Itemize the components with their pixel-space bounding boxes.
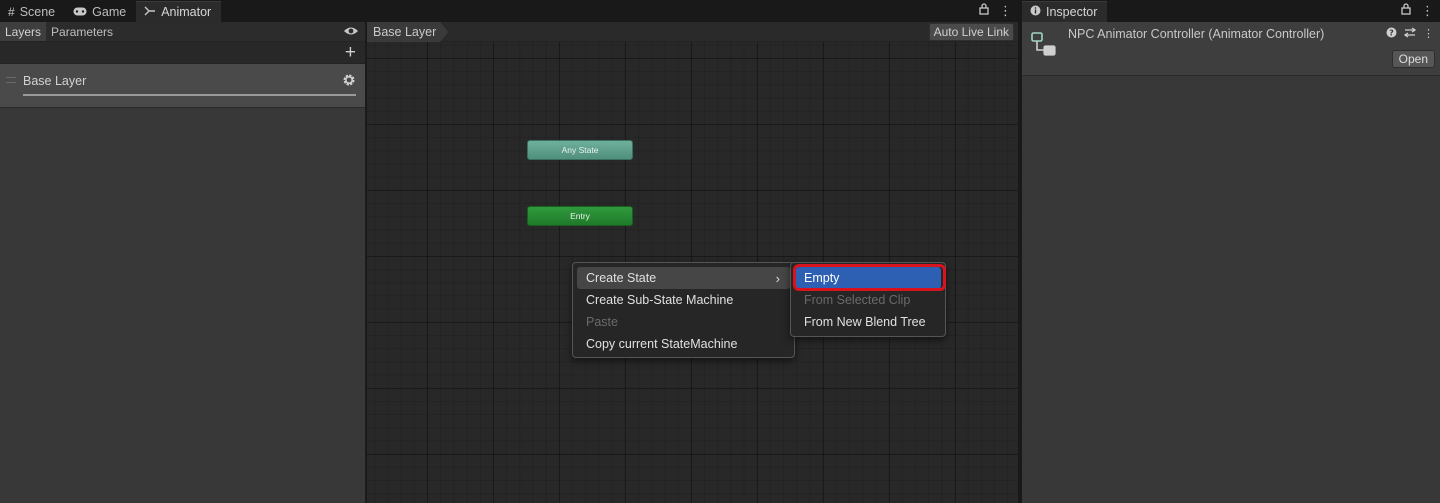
- menu-item-copy-state-machine[interactable]: Copy current StateMachine: [577, 333, 790, 355]
- animator-icon: [144, 5, 156, 19]
- inspector-tab-strip: Inspector ⋮: [1022, 0, 1440, 22]
- lock-icon[interactable]: [979, 3, 989, 19]
- gamepad-icon: [73, 5, 87, 19]
- context-menu: Create State › Create Sub-State Machine …: [572, 262, 795, 358]
- info-icon: [1030, 5, 1041, 19]
- tab-parameters[interactable]: Parameters: [46, 22, 118, 41]
- grid-icon: #: [8, 4, 15, 19]
- tab-scene[interactable]: # Scene: [0, 1, 65, 22]
- menu-item-label: Create State: [586, 271, 657, 285]
- layer-item-base[interactable]: Base Layer: [0, 64, 365, 108]
- highlight-annotation: [793, 264, 946, 291]
- tab-inspector-label: Inspector: [1046, 5, 1098, 19]
- layers-panel: Layers Parameters + Base Layer: [0, 22, 366, 503]
- submenu-item-from-new-blend-tree[interactable]: From New Blend Tree: [795, 311, 941, 333]
- inspector-title: NPC Animator Controller (Animator Contro…: [1068, 27, 1325, 41]
- chevron-right-icon: ›: [775, 271, 780, 286]
- tab-game[interactable]: Game: [65, 1, 136, 22]
- presets-icon[interactable]: [1403, 27, 1417, 41]
- auto-live-link-button[interactable]: Auto Live Link: [928, 23, 1014, 41]
- menu-item-create-sub-state-machine[interactable]: Create Sub-State Machine: [577, 289, 790, 311]
- inspector-header: NPC Animator Controller (Animator Contro…: [1022, 22, 1440, 76]
- submenu-item-from-selected-clip: From Selected Clip: [804, 293, 911, 307]
- editor-tab-strip: # Scene Game Animator ⋮: [0, 0, 1018, 22]
- animator-controller-icon: [1031, 31, 1057, 57]
- layer-name: Base Layer: [23, 74, 87, 88]
- more-options-icon[interactable]: ⋮: [1421, 3, 1434, 19]
- lock-icon[interactable]: [1401, 3, 1411, 19]
- add-layer-row: +: [0, 42, 365, 64]
- more-options-icon[interactable]: ⋮: [1423, 27, 1434, 41]
- open-button[interactable]: Open: [1391, 50, 1435, 68]
- menu-item-paste: Paste: [586, 315, 618, 329]
- more-options-icon[interactable]: ⋮: [999, 3, 1012, 19]
- tab-layers[interactable]: Layers: [0, 22, 47, 41]
- gear-icon[interactable]: [342, 73, 356, 87]
- eye-icon[interactable]: [343, 24, 359, 38]
- help-icon[interactable]: ?: [1386, 27, 1397, 41]
- tab-animator-label: Animator: [161, 5, 212, 19]
- breadcrumb[interactable]: Base Layer: [367, 22, 448, 42]
- drag-handle-icon[interactable]: [6, 77, 16, 83]
- tab-animator[interactable]: Animator: [136, 1, 222, 22]
- layer-weight-slider[interactable]: [23, 94, 356, 96]
- tab-game-label: Game: [92, 4, 127, 19]
- tab-inspector[interactable]: Inspector: [1022, 1, 1108, 22]
- entry-node[interactable]: Entry: [527, 206, 633, 226]
- svg-text:?: ?: [1389, 28, 1394, 37]
- layers-panel-header: Layers Parameters: [0, 22, 365, 42]
- any-state-node[interactable]: Any State: [527, 140, 633, 160]
- menu-item-create-state[interactable]: Create State ›: [577, 267, 790, 289]
- add-layer-button[interactable]: +: [345, 43, 356, 62]
- inspector-panel: NPC Animator Controller (Animator Contro…: [1022, 22, 1440, 503]
- graph-toolbar: Base Layer Auto Live Link: [367, 22, 1018, 42]
- tab-scene-label: Scene: [19, 4, 56, 19]
